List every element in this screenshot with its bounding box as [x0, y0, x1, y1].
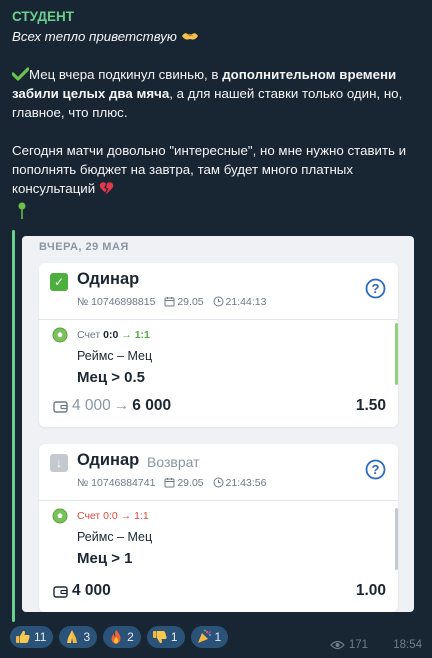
bet-state: Возврат: [147, 454, 200, 470]
return-indicator: [395, 508, 398, 570]
channel-message: СТУДЕНТ Всех тепло приветствую Мец вчера…: [0, 0, 432, 658]
bet-event: Счет 0:0 → 1:1 Реймс – Мец Мец > 1: [39, 502, 398, 570]
help-icon[interactable]: ?: [365, 459, 386, 480]
reaction-folded-hands[interactable]: 3: [59, 626, 98, 648]
score-line: Счет 0:0 → 1:1: [77, 510, 149, 522]
reaction-thumbs-up[interactable]: 11: [10, 626, 54, 648]
reaction-fire[interactable]: 2: [103, 626, 141, 648]
svg-text:?: ?: [372, 281, 380, 296]
wallet-icon: [53, 401, 68, 413]
calendar-icon: [164, 478, 175, 488]
won-status-icon: ✓: [50, 273, 68, 291]
pushpin-icon: [18, 202, 26, 219]
paragraph-today: Сегодня матчи довольно "интересные", но …: [12, 143, 407, 196]
odds: 1.00: [355, 582, 386, 599]
bet-type: Одинар: [77, 451, 140, 469]
clock-icon: [213, 477, 224, 488]
soccer-ball-icon: [52, 508, 68, 524]
bet-event: Счет 0:0 → 1:1 Реймс – Мец Мец > 0.5: [39, 321, 398, 389]
stake-amount: 4 000 → 6 000: [72, 397, 172, 414]
calendar-icon: [164, 297, 175, 307]
thumbs-down-icon: [152, 631, 167, 644]
return-status-icon: ↓: [50, 454, 68, 472]
reaction-party-popper[interactable]: 1: [190, 626, 229, 648]
heart-hands-icon: [181, 33, 198, 40]
svg-text:?: ?: [372, 462, 380, 477]
paragraph-result: Мец вчера подкинул свинью, в дополнитель…: [12, 67, 403, 120]
fire-icon: [111, 630, 121, 644]
reaction-thumbs-down[interactable]: 1: [146, 626, 185, 648]
bet-meta: № 10746898815 29.05 21:44:13: [77, 296, 267, 308]
soccer-ball-icon: [52, 327, 68, 343]
folded-hands-icon: [67, 630, 78, 643]
bet-footer: 4 000 1.00: [39, 576, 398, 612]
bet-card-return[interactable]: ↓ Одинар Возврат № 10746884741 29.05 21:…: [39, 444, 398, 612]
win-indicator: [395, 323, 398, 385]
score-line: Счет 0:0 → 1:1: [77, 329, 150, 341]
bet-footer: 4 000 → 6 000 1.50: [39, 391, 398, 427]
teams: Реймс – Мец: [77, 530, 153, 544]
broken-heart-icon: [99, 182, 114, 194]
bet-history-screenshot[interactable]: ВЧЕРА, 29 МАЯ ✓ Одинар № 10746898815 29.…: [22, 236, 414, 612]
message-text: Всех тепло приветствую Мец вчера подкину…: [12, 27, 420, 198]
stake-amount: 4 000: [72, 582, 111, 599]
bet-type: Одинар: [77, 270, 140, 288]
clock-icon: [213, 296, 224, 307]
author-name[interactable]: СТУДЕНТ: [12, 9, 74, 24]
message-time: 18:54: [393, 639, 422, 651]
thumbs-up-icon: [16, 630, 30, 643]
bet-card-win[interactable]: ✓ Одинар № 10746898815 29.05 21:44:13 ?: [39, 263, 398, 427]
wallet-icon: [53, 586, 68, 598]
check-mark-icon: [12, 67, 29, 81]
media-accent-bar: [12, 230, 15, 622]
reactions-bar: 11 3 2 1 1: [10, 626, 229, 650]
help-icon[interactable]: ?: [365, 278, 386, 299]
teams: Реймс – Мец: [77, 349, 153, 363]
view-counter: 171: [329, 639, 368, 651]
eye-icon: [329, 640, 345, 650]
date-label: ВЧЕРА, 29 МАЯ: [39, 241, 129, 253]
bet-pick: Мец > 1: [77, 550, 133, 567]
odds: 1.50: [355, 397, 386, 414]
greeting-text: Всех тепло приветствую: [12, 29, 177, 44]
bet-meta: № 10746884741 29.05 21:43:56: [77, 477, 267, 489]
party-popper-icon: [197, 629, 211, 643]
bet-pick: Мец > 0.5: [77, 369, 146, 386]
